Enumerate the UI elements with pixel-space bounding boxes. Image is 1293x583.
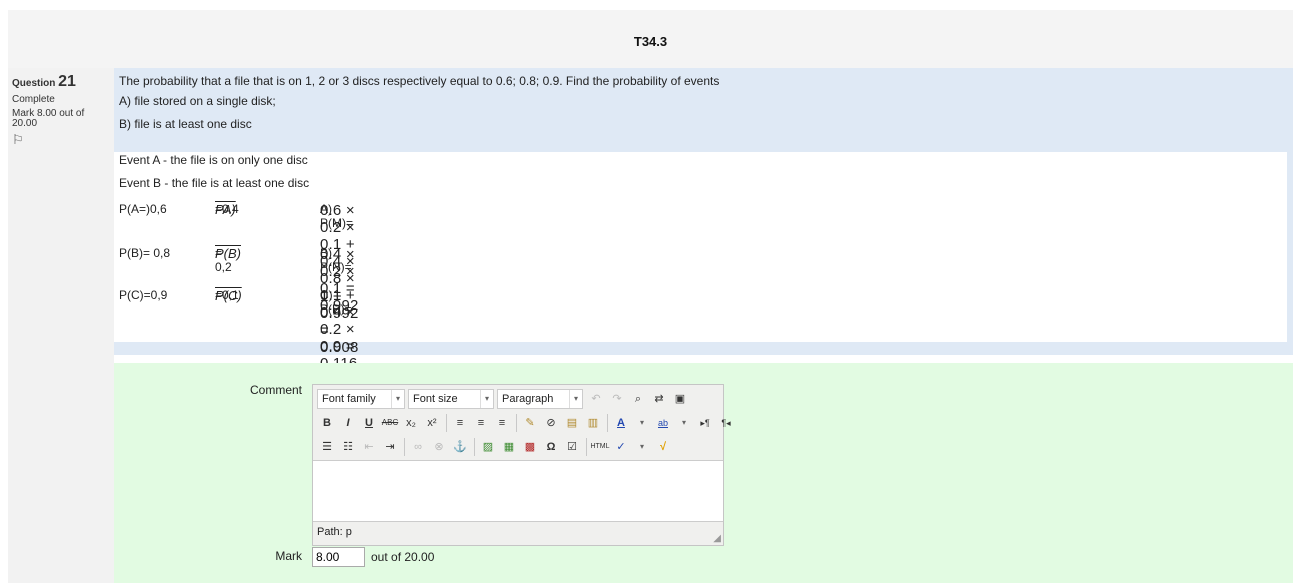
indent-icon[interactable]: ⇥ [380, 437, 400, 457]
prob-value: P(A=)0,6 [119, 202, 167, 216]
underline-icon[interactable]: U [359, 413, 379, 433]
bold-icon[interactable]: B [317, 413, 337, 433]
editor-path: Path: p [317, 526, 352, 538]
question-info: Question 21 Complete Mark 8.00 out of 20… [8, 68, 114, 583]
strikethrough-icon[interactable]: ABC [380, 413, 400, 433]
mark-label: Mark [275, 549, 302, 563]
solution-expression: 1 − 0.992 = 0.008 [320, 288, 359, 356]
rtl-icon[interactable]: ¶◂ [716, 413, 736, 433]
toolbar-row-3: ☰ ☷ ⇤ ⇥ ∞ ⊗ ⚓ ▨ ▦ ▩ Ω ☑ HTML ✓ ▾ √ [317, 436, 674, 458]
event-b-text: Event B - the file is at least one disc [119, 176, 310, 190]
superscript-icon[interactable]: x² [422, 413, 442, 433]
numbered-list-icon[interactable]: ☷ [338, 437, 358, 457]
subscript-icon[interactable]: x₂ [401, 413, 421, 433]
italic-icon[interactable]: I [338, 413, 358, 433]
replace-icon[interactable]: ⇄ [649, 389, 669, 409]
probability-row-b: P(B)= 0,8 P(B) = 0,2 B) P(N)= 0.4 × 0.2 × … [119, 246, 1279, 314]
outdent-icon[interactable]: ⇤ [359, 437, 379, 457]
answer-container: Event A - the file is on only one disc E… [114, 152, 1293, 372]
event-a-text: Event A - the file is on only one disc [119, 153, 308, 167]
font-size-value: Font size [413, 393, 458, 405]
align-left-icon[interactable]: ≡ [450, 413, 470, 433]
comment-editor: Font family ▾ Font size ▾ Paragraph ▾ ↶ ↷ ⌕… [312, 384, 731, 546]
comment-text-area[interactable] [313, 460, 723, 522]
equation-icon[interactable]: √ [653, 437, 673, 457]
ltr-icon[interactable]: ▸¶ [695, 413, 715, 433]
paste-text-icon[interactable]: ▤ [562, 413, 582, 433]
image-icon[interactable]: ▨ [478, 437, 498, 457]
html-icon[interactable]: HTML [590, 437, 610, 457]
probability-row-c: P(C)=0,9 P(C) =0,1 C) P(D)= 1 − 0.992 = 0… [119, 288, 1279, 356]
question-mark: Mark 8.00 out of 20.00 [12, 108, 85, 129]
highlight-color-icon[interactable]: ab [653, 413, 673, 433]
toolbar-row-1: Font family ▾ Font size ▾ Paragraph ▾ ↶ ↷ ⌕… [317, 388, 691, 410]
probability-row-a: P(A=)0,6 PA) =0.4 A) P(M)= 0.6 × 0.2 × 0.1… [119, 202, 1279, 372]
spellcheck-icon[interactable]: ✓ [611, 437, 631, 457]
chevron-down-icon: ▾ [569, 390, 582, 408]
complement-value: =0.4 [215, 202, 239, 216]
toolbar-separator [474, 438, 475, 456]
bullet-list-icon[interactable]: ☰ [317, 437, 337, 457]
question-number: Question 21 [12, 73, 110, 91]
chevron-down-icon: ▾ [480, 390, 493, 408]
paste-word-icon[interactable]: ▥ [583, 413, 603, 433]
resize-grip-icon[interactable]: ◢ [713, 533, 721, 544]
question-line-2: A) file stored on a single disk; [119, 94, 276, 108]
font-size-select[interactable]: Font size ▾ [408, 389, 494, 409]
find-icon[interactable]: ⌕ [628, 389, 648, 409]
prob-value: P(B)= 0,8 [119, 246, 171, 260]
nonbreaking-icon[interactable]: ☑ [562, 437, 582, 457]
fullscreen-icon[interactable]: ▣ [670, 389, 690, 409]
media-icon[interactable]: ▦ [499, 437, 519, 457]
question-number-value: 21 [58, 73, 76, 90]
moodle-media-icon[interactable]: ▩ [520, 437, 540, 457]
unlink-icon[interactable]: ⊗ [429, 437, 449, 457]
toolbar-separator [607, 414, 608, 432]
flag-icon[interactable]: ⚐ [12, 132, 110, 148]
comment-label: Comment [249, 383, 302, 397]
grading-panel: Comment Font family ▾ Font size ▾ Paragrap… [114, 363, 1293, 583]
chevron-down-icon[interactable]: ▾ [632, 437, 652, 457]
question-label: Question [12, 78, 56, 89]
question-text: The probability that a file that is on 1… [114, 68, 1293, 152]
font-family-value: Font family [322, 393, 376, 405]
answer-box: Event A - the file is on only one disc E… [114, 152, 1287, 372]
undo-icon[interactable]: ↶ [586, 389, 606, 409]
redo-icon[interactable]: ↷ [607, 389, 627, 409]
text-color-icon[interactable]: A [611, 413, 631, 433]
question-state: Complete [12, 94, 55, 105]
align-center-icon[interactable]: ≡ [471, 413, 491, 433]
prob-value: P(C)=0,9 [119, 288, 168, 302]
toolbar-separator [446, 414, 447, 432]
page-header: T34.3 [8, 10, 1293, 68]
format-select[interactable]: Paragraph ▾ [497, 389, 583, 409]
complement-value: =0,1 [215, 288, 239, 302]
special-char-icon[interactable]: Ω [541, 437, 561, 457]
toolbar-row-2: B I U ABC x₂ x² ≡ ≡ ≡ ✎ ⊘ ▤ ▥ A ▾ ab ▾ ▸… [317, 412, 737, 434]
question-line-1: The probability that a file that is on 1… [119, 74, 720, 88]
page-title: T34.3 [633, 34, 668, 49]
toolbar-separator [516, 414, 517, 432]
toolbar-separator [404, 438, 405, 456]
question-line-3: B) file is at least one disc [119, 117, 252, 131]
font-family-select[interactable]: Font family ▾ [317, 389, 405, 409]
align-right-icon[interactable]: ≡ [492, 413, 512, 433]
anchor-icon[interactable]: ⚓ [450, 437, 470, 457]
toolbar-separator [586, 438, 587, 456]
format-value: Paragraph [502, 393, 554, 405]
cleanup-icon[interactable]: ✎ [520, 413, 540, 433]
chevron-down-icon: ▾ [391, 390, 404, 408]
complement-value: = 0,2 [215, 246, 232, 274]
remove-format-icon[interactable]: ⊘ [541, 413, 561, 433]
mark-out-of: out of 20.00 [371, 550, 435, 564]
link-icon[interactable]: ∞ [408, 437, 428, 457]
chevron-down-icon[interactable]: ▾ [674, 413, 694, 433]
chevron-down-icon[interactable]: ▾ [632, 413, 652, 433]
mark-input[interactable] [312, 547, 365, 567]
